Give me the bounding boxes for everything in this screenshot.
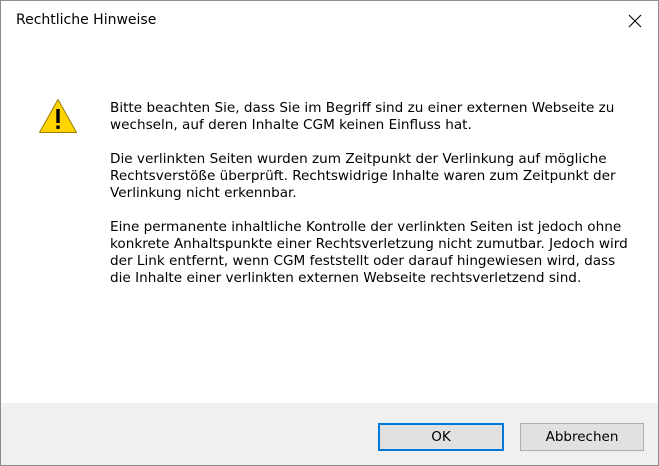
title-bar: Rechtliche Hinweise: [1, 1, 658, 41]
ok-button[interactable]: OK: [378, 423, 504, 451]
legal-notice-dialog: Rechtliche Hinweise Bitte beachten Sie, …: [0, 0, 659, 466]
dialog-title: Rechtliche Hinweise: [16, 12, 157, 28]
warning-icon: [39, 99, 77, 133]
button-bar: OK Abbrechen: [1, 403, 658, 465]
message-body: Bitte beachten Sie, dass Sie im Begriff …: [110, 100, 640, 287]
close-icon: [628, 14, 642, 28]
message-paragraph-2: Die verlinkten Seiten wurden zum Zeitpun…: [110, 151, 616, 201]
message-paragraph-3: Eine permanente inhaltliche Kontrolle de…: [110, 219, 628, 286]
message-paragraph-1: Bitte beachten Sie, dass Sie im Begriff …: [110, 100, 615, 133]
cancel-button[interactable]: Abbrechen: [520, 423, 644, 451]
close-button[interactable]: [612, 1, 658, 41]
